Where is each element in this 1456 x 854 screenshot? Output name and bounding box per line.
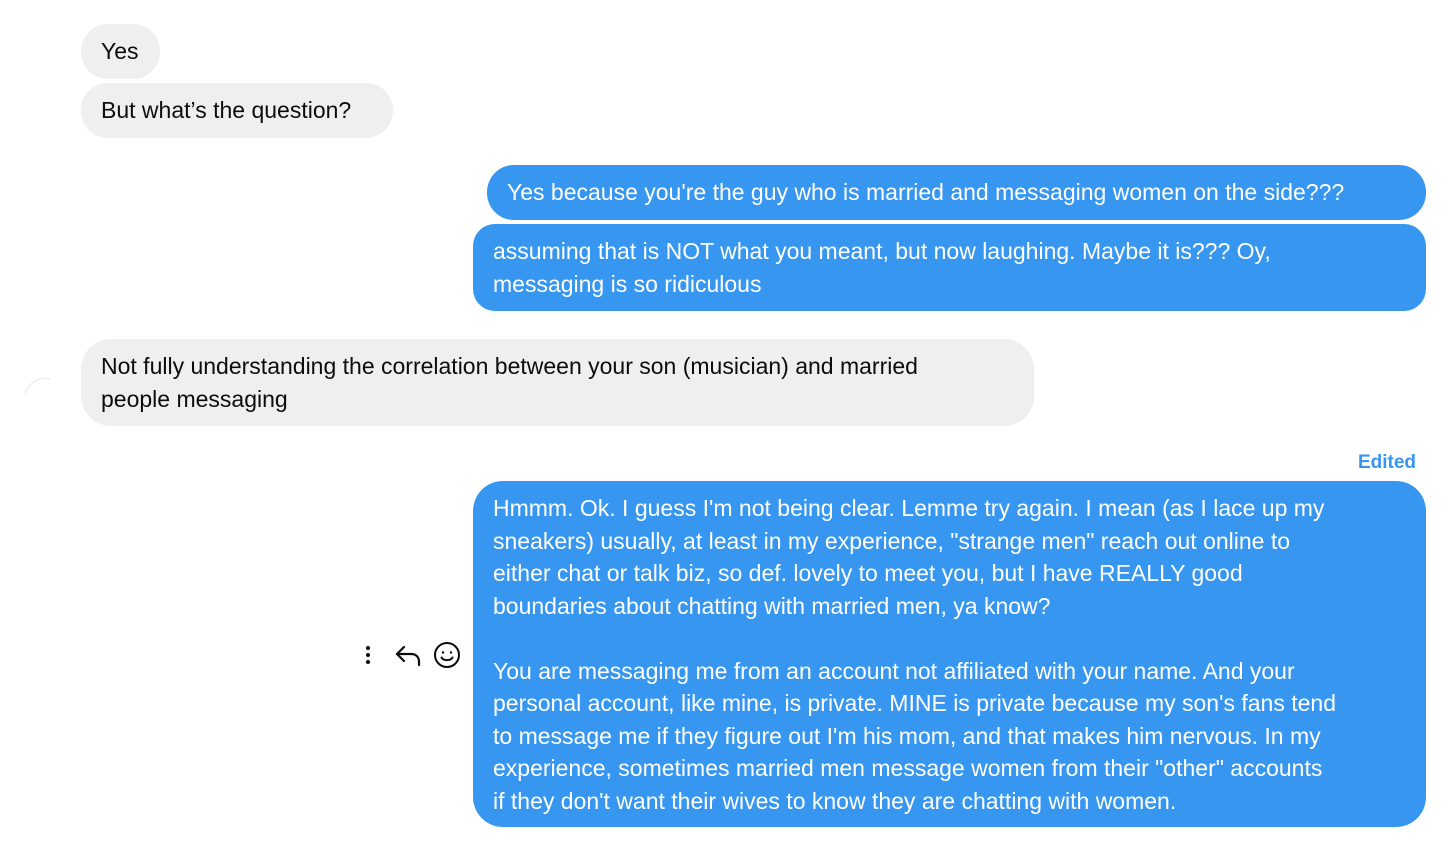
edited-label: Edited [1357,452,1416,473]
outgoing-message[interactable]: Yes because you're the guy who is marrie… [487,165,1426,220]
sender-avatar [16,370,74,428]
incoming-message[interactable]: Not fully understanding the correlation … [81,339,1034,426]
outgoing-message[interactable]: Hmmm. Ok. I guess I'm not being clear. L… [473,481,1426,827]
reply-icon[interactable] [389,638,427,672]
incoming-message[interactable]: Yes [81,24,160,79]
outgoing-message[interactable]: assuming that is NOT what you meant, but… [473,224,1426,311]
more-options-icon[interactable] [355,638,381,672]
message-actions [355,638,464,672]
incoming-message[interactable]: But what’s the question? [81,83,393,138]
emoji-react-icon[interactable] [430,638,464,672]
